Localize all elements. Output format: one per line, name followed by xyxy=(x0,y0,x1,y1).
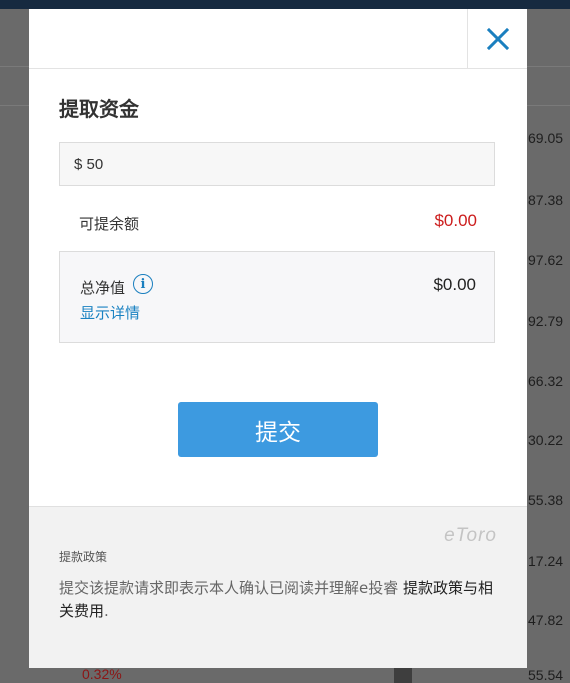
close-icon xyxy=(486,27,509,50)
background-price: 17.24 xyxy=(528,553,564,569)
background-divider xyxy=(527,66,570,67)
submit-button[interactable]: 提交 xyxy=(178,402,378,457)
background-price: 92.79 xyxy=(528,313,564,329)
available-balance-row: 可提余额 $0.00 xyxy=(59,209,495,235)
background-price: 66.32 xyxy=(528,373,564,389)
background-right-panel xyxy=(527,9,570,683)
background-price: 55.54 xyxy=(528,667,564,683)
top-bar xyxy=(0,0,570,9)
withdraw-funds-dialog: 提取资金 可提余额 $0.00 总净值 i $0.00 显示详情 提交 eTor… xyxy=(29,9,527,668)
equity-value: $0.00 xyxy=(433,275,476,294)
equity-panel: 总净值 i $0.00 显示详情 xyxy=(59,251,495,343)
available-balance-value: $0.00 xyxy=(434,211,477,230)
info-icon[interactable]: i xyxy=(133,274,153,294)
dialog-footer: eToro 提款政策 提交该提款请求即表示本人确认已阅读并理解e投睿 提款政策与… xyxy=(29,506,527,668)
background-price: 87.38 xyxy=(528,192,564,208)
header-divider xyxy=(29,68,468,69)
background-divider xyxy=(0,66,29,67)
equity-label: 总净值 xyxy=(80,279,126,297)
background-badge xyxy=(394,668,412,683)
background-price: 97.62 xyxy=(528,252,564,268)
policy-heading: 提款政策 xyxy=(59,550,108,564)
policy-text: 提交该提款请求即表示本人确认已阅读并理解e投睿 提款政策与相关费用. xyxy=(59,577,495,623)
available-balance-label: 可提余额 xyxy=(79,215,140,233)
etoro-logo: eToro xyxy=(444,525,497,546)
background-price: 47.82 xyxy=(528,612,564,628)
close-button[interactable] xyxy=(467,9,527,69)
background-divider xyxy=(0,105,29,106)
background-divider xyxy=(527,105,570,106)
background-price: 69.05 xyxy=(528,130,564,146)
dialog-title: 提取资金 xyxy=(59,97,139,121)
background-left-panel xyxy=(0,9,29,683)
background-price: 55.38 xyxy=(528,492,564,508)
background-percent-change: 0.32% xyxy=(82,666,122,682)
background-price: 30.22 xyxy=(528,432,564,448)
policy-text-suffix: . xyxy=(104,602,109,620)
policy-text-prefix: 提交该提款请求即表示本人确认已阅读并理解e投睿 xyxy=(59,579,399,597)
amount-input[interactable] xyxy=(59,142,495,186)
show-details-link[interactable]: 显示详情 xyxy=(80,302,140,323)
